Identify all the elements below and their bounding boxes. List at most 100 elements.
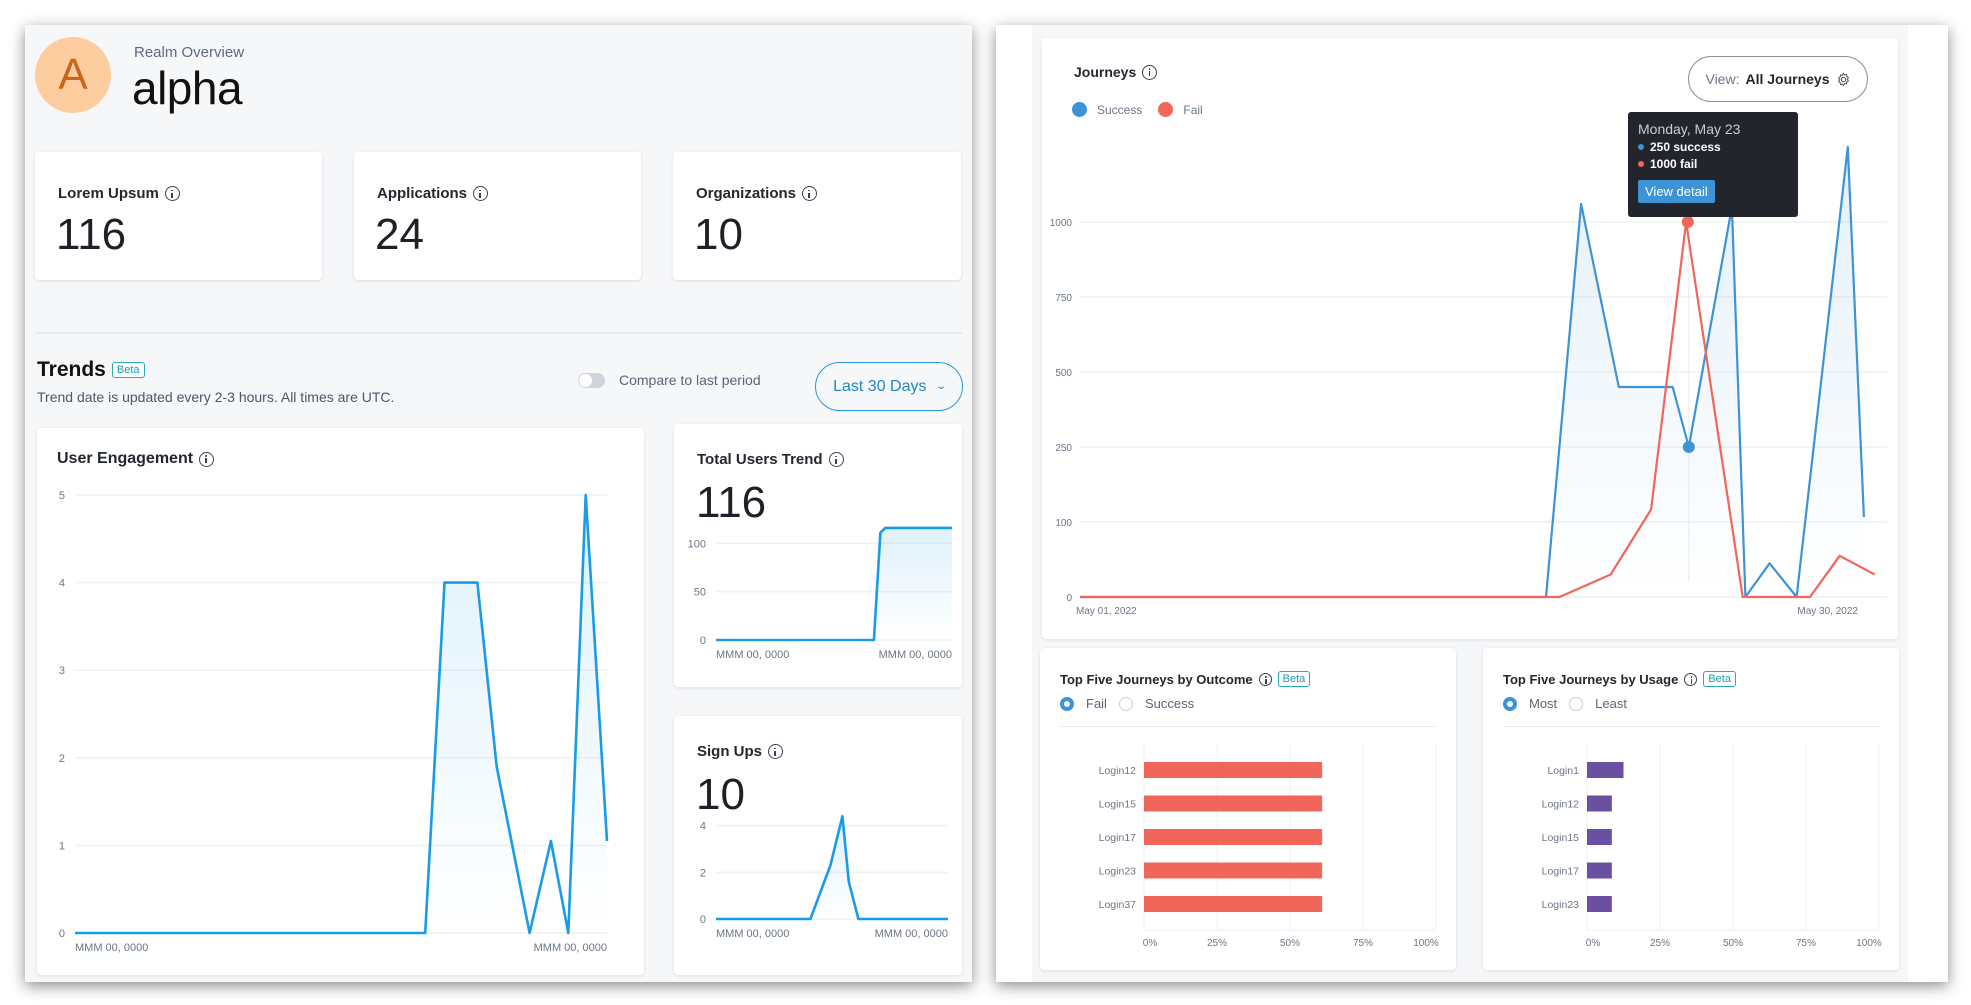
beta-badge: Beta	[111, 362, 145, 378]
stat-card-organizations: Organizations 10	[673, 152, 961, 280]
stat-value: 116	[56, 210, 127, 259]
bar	[1144, 795, 1323, 812]
realm-overview-panel: A Realm Overview alpha Lorem Upsum 116 A…	[25, 25, 972, 982]
tooltip-success: 250 success	[1650, 140, 1721, 154]
total-users-chart: 0 50 100 MMM 00, 0000 MMM 00, 0000	[688, 526, 952, 661]
user-engagement-card: User Engagement 0 1 2 3 4 5 MMM 00, 0000 MMM 00…	[37, 428, 644, 975]
y-tick-label: 5	[59, 490, 65, 502]
category-label: Login17	[1099, 832, 1137, 844]
stat-value: 10	[694, 210, 743, 259]
usage-bar-chart: 0% 25% 50% 75% 100% Login1 Login12 Login15 Login…	[1542, 745, 1882, 949]
trends-heading: Trends Beta	[37, 358, 145, 382]
y-tick-label: 3	[59, 665, 65, 677]
view-detail-button[interactable]: View detail	[1638, 180, 1715, 203]
x-tick-label: 25%	[1207, 938, 1227, 949]
sign-ups-card: Sign Ups 10 0 2 4 MMM 00, 0000 MMM 00, 0000	[674, 716, 962, 975]
compare-toggle[interactable]	[578, 373, 605, 388]
date-range-label: Last 30 Days	[833, 377, 927, 395]
user-engagement-chart: 0 1 2 3 4 5 MMM 00, 0000 MMM 00, 0000	[59, 490, 609, 954]
info-icon[interactable]	[473, 186, 489, 201]
x-tick-label: MMM 00, 0000	[534, 942, 607, 954]
category-label: Login23	[1099, 866, 1137, 878]
chevron-down-icon: ⌄	[934, 381, 947, 392]
date-range-dropdown[interactable]: Last 30 Days ⌄	[815, 362, 963, 411]
x-tick-label: MMM 00, 0000	[716, 928, 789, 940]
success-dot-icon	[1638, 144, 1644, 150]
usage-card: Top Five Journeys by Usage Beta Most Leas…	[1483, 648, 1899, 970]
y-tick-label: 2	[700, 867, 706, 879]
fail-highlight-point	[1681, 216, 1694, 228]
y-tick-label: 0	[59, 928, 65, 940]
bar	[1587, 896, 1612, 912]
x-tick-label: 75%	[1353, 938, 1373, 949]
bar	[1587, 762, 1624, 778]
trends-title: Trends	[37, 358, 106, 381]
x-tick-label: MMM 00, 0000	[879, 649, 952, 661]
tooltip-date: Monday, May 23	[1638, 121, 1741, 137]
fail-dot-icon	[1638, 161, 1644, 167]
bar	[1144, 896, 1323, 912]
category-label: Login23	[1542, 899, 1580, 911]
bar	[1144, 829, 1323, 845]
realm-avatar: A	[35, 37, 111, 113]
x-tick-label: 100%	[1856, 938, 1882, 949]
category-label: Login15	[1099, 799, 1137, 811]
y-tick-label: 100	[688, 538, 706, 550]
info-icon[interactable]	[802, 186, 818, 201]
y-tick-label: 500	[1055, 368, 1072, 379]
bar	[1587, 862, 1612, 879]
bar	[1587, 795, 1612, 812]
category-label: Login37	[1099, 899, 1137, 911]
y-tick-label: 0	[1066, 593, 1072, 604]
info-icon[interactable]	[164, 186, 180, 201]
y-tick-label: 0	[700, 914, 706, 926]
y-tick-label: 50	[694, 587, 706, 599]
category-label: Login15	[1542, 832, 1580, 844]
tooltip-fail: 1000 fail	[1650, 157, 1698, 171]
journeys-panel: Journeys Success Fail View: All Journeys…	[996, 25, 1948, 982]
x-tick-label: May 30, 2022	[1797, 606, 1858, 617]
fail-series-line	[1080, 220, 1876, 599]
category-label: Login1	[1547, 765, 1579, 777]
series-line	[75, 493, 609, 935]
x-tick-label: 50%	[1723, 938, 1743, 949]
stat-title: Lorem Upsum	[58, 185, 159, 202]
stat-card-lorem-upsum: Lorem Upsum 116	[35, 152, 322, 280]
x-tick-label: MMM 00, 0000	[716, 649, 789, 661]
total-users-card: Total Users Trend 116 0 50 100 MMM 00, 0000…	[674, 424, 962, 687]
x-tick-label: 0%	[1143, 938, 1158, 949]
bar	[1587, 829, 1612, 845]
area-fill	[716, 527, 952, 640]
sign-ups-chart: 0 2 4 MMM 00, 0000 MMM 00, 0000	[700, 815, 948, 940]
x-tick-label: 100%	[1413, 938, 1439, 949]
stat-card-applications: Applications 24	[354, 152, 641, 280]
journeys-background: Journeys Success Fail View: All Journeys…	[1032, 25, 1908, 982]
stat-title: Organizations	[696, 185, 797, 202]
y-tick-label: 1	[59, 840, 65, 852]
category-label: Login12	[1542, 799, 1580, 811]
success-highlight-point	[1682, 441, 1695, 453]
y-tick-label: 4	[700, 821, 706, 833]
x-tick-label: May 01, 2022	[1076, 606, 1137, 617]
outcome-bar-chart: 0% 25% 50% 75% 100% Login12 Login15 Login17 Logi…	[1099, 745, 1439, 949]
bar	[1144, 762, 1323, 778]
outcome-card: Top Five Journeys by Outcome Beta Fail Su…	[1040, 648, 1456, 970]
y-tick-label: 250	[1055, 443, 1072, 454]
journeys-card: Journeys Success Fail View: All Journeys…	[1042, 38, 1898, 639]
stat-title: Applications	[377, 185, 468, 202]
category-label: Login17	[1542, 866, 1580, 878]
area-fill	[716, 816, 948, 919]
x-tick-label: 25%	[1650, 938, 1670, 949]
x-tick-label: 0%	[1586, 938, 1601, 949]
y-tick-label: 1000	[1050, 218, 1073, 229]
stat-value: 24	[375, 210, 424, 259]
x-tick-label: MMM 00, 0000	[875, 928, 948, 940]
section-divider	[35, 332, 962, 334]
y-tick-label: 4	[59, 578, 65, 590]
x-tick-label: 50%	[1280, 938, 1300, 949]
y-tick-label: 750	[1055, 293, 1072, 304]
y-tick-label: 100	[1055, 518, 1072, 529]
x-tick-label: 75%	[1796, 938, 1816, 949]
category-label: Login12	[1099, 765, 1137, 777]
trends-subtitle: Trend date is updated every 2-3 hours. A…	[37, 389, 395, 405]
